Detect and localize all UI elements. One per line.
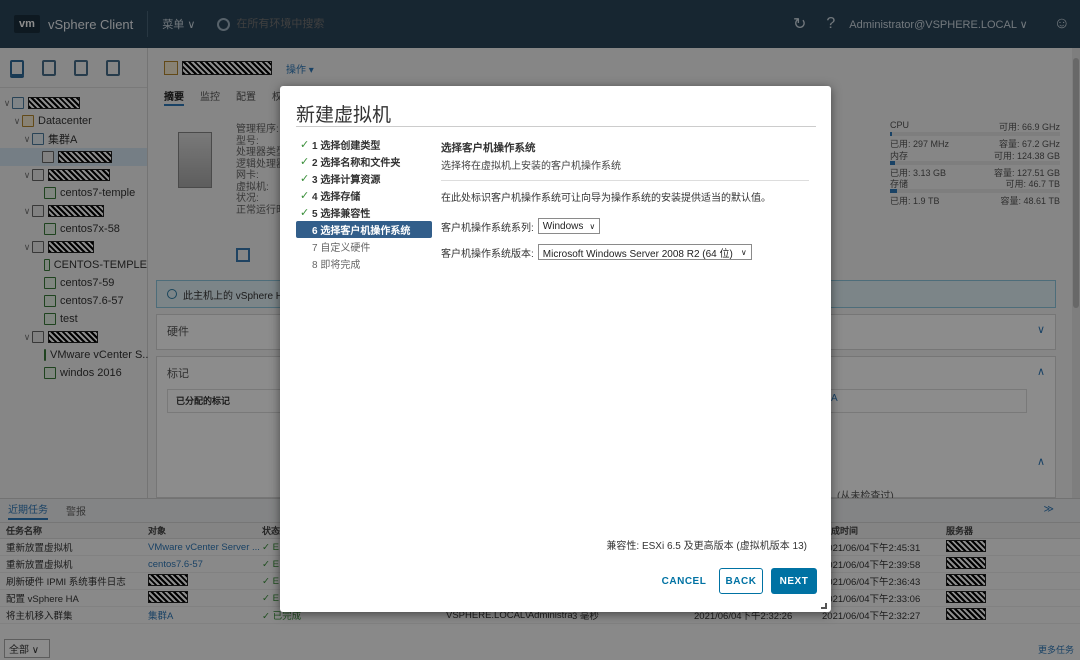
new-vm-wizard-dialog: 新建虚拟机 ✓ 1 选择创建类型 ✓ 2 选择名称和文件夹 ✓ 3 选择计算资源 ✓ 4…: [280, 86, 831, 612]
check-icon: ✓: [300, 190, 310, 202]
next-button[interactable]: NEXT: [771, 568, 817, 594]
wizard-content: 选择客户机操作系统 选择将在虚拟机上安装的客户机操作系统 在此处标识客户机操作系…: [441, 136, 809, 260]
wizard-step-3[interactable]: ✓ 3 选择计算资源: [296, 170, 432, 187]
wizard-step-1[interactable]: ✓ 1 选择创建类型: [296, 136, 432, 153]
os-version-field: 客户机操作系统版本: Microsoft Windows Server 2008…: [441, 244, 809, 260]
step-label: 2 选择名称和文件夹: [312, 158, 401, 169]
divider: [296, 126, 816, 127]
section-subtitle: 选择将在虚拟机上安装的客户机操作系统: [441, 161, 621, 172]
step-label: 3 选择计算资源: [312, 175, 381, 186]
chevron-down-icon: ∨: [740, 247, 747, 257]
compatibility-text: 兼容性: ESXi 6.5 及更高版本 (虚拟机版本 13): [606, 541, 807, 552]
check-icon: ✓: [300, 139, 310, 151]
os-family-field: 客户机操作系统系列: Windows ∨: [441, 218, 809, 234]
step-label: 4 选择存储: [312, 192, 361, 203]
wizard-step-8: 8 即将完成: [296, 255, 432, 272]
cancel-button[interactable]: CANCEL: [659, 568, 709, 594]
wizard-step-7: 7 自定义硬件: [296, 238, 432, 255]
os-family-label: 客户机操作系统系列:: [441, 222, 534, 234]
os-version-value: Microsoft Windows Server 2008 R2 (64 位): [542, 248, 733, 260]
os-family-value: Windows: [542, 220, 584, 232]
os-family-select[interactable]: Windows ∨: [537, 218, 601, 234]
resize-handle[interactable]: [821, 603, 827, 609]
os-version-select[interactable]: Microsoft Windows Server 2008 R2 (64 位) ∨: [537, 244, 752, 260]
wizard-step-2[interactable]: ✓ 2 选择名称和文件夹: [296, 153, 432, 170]
section-title: 选择客户机操作系统: [441, 142, 536, 154]
os-version-label: 客户机操作系统版本:: [441, 248, 534, 260]
step-label: 5 选择兼容性: [312, 209, 371, 220]
chevron-down-icon: ∨: [589, 221, 596, 231]
step-label: 1 选择创建类型: [312, 141, 381, 152]
wizard-step-6-active[interactable]: 6 选择客户机操作系统: [296, 221, 432, 238]
step-label: 7 自定义硬件: [312, 243, 371, 254]
divider: [441, 180, 809, 181]
wizard-buttons: CANCEL BACK NEXT: [651, 568, 817, 594]
step-label: 6 选择客户机操作系统: [312, 226, 411, 237]
dialog-title: 新建虚拟机: [296, 104, 392, 126]
check-icon: ✓: [300, 156, 310, 168]
wizard-step-4[interactable]: ✓ 4 选择存储: [296, 187, 432, 204]
step-label: 8 即将完成: [312, 260, 361, 271]
section-description: 在此处标识客户机操作系统可让向导为操作系统的安装提供适当的默认值。: [441, 193, 771, 204]
check-icon: ✓: [300, 173, 310, 185]
back-button[interactable]: BACK: [719, 568, 763, 594]
wizard-steps: ✓ 1 选择创建类型 ✓ 2 选择名称和文件夹 ✓ 3 选择计算资源 ✓ 4 选择存储 …: [296, 136, 432, 272]
check-icon: ✓: [300, 207, 310, 219]
wizard-step-5[interactable]: ✓ 5 选择兼容性: [296, 204, 432, 221]
